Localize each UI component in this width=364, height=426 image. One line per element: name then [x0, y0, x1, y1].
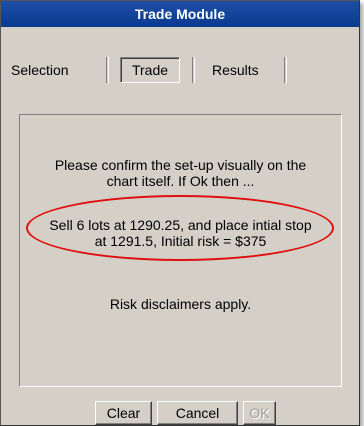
window-title: Trade Module — [1, 1, 359, 27]
trade-panel: Please confirm the set-up visually on th… — [19, 114, 342, 387]
risk-disclaimer: Risk disclaimers apply. — [109, 296, 252, 312]
tab-separator — [284, 57, 287, 83]
ok-button[interactable]: OK — [243, 401, 276, 425]
clear-button[interactable]: Clear — [95, 401, 152, 425]
confirm-line-2: chart itself. If Ok then ... — [106, 173, 255, 189]
tab-trade[interactable]: Trade — [120, 57, 180, 83]
confirm-message: Please confirm the set-up visually on th… — [20, 157, 341, 189]
trade-module-window: Trade Module Selection Trade Results Ple… — [0, 0, 360, 426]
tab-selection[interactable]: Selection — [11, 59, 69, 81]
trade-instruction: Sell 6 lots at 1290.25, and place intial… — [20, 217, 341, 249]
button-bar: Clear Cancel OK — [1, 401, 359, 425]
tab-separator — [106, 57, 109, 83]
trade-line-1: Sell 6 lots at 1290.25, and place intial… — [49, 217, 312, 233]
confirm-line-1: Please confirm the set-up visually on th… — [54, 157, 307, 173]
tab-strip: Selection Trade Results — [7, 41, 353, 87]
tab-separator — [192, 57, 195, 83]
tab-results[interactable]: Results — [212, 59, 259, 81]
cancel-button[interactable]: Cancel — [157, 401, 238, 425]
trade-line-2: at 1291.5, Initial risk = $375 — [94, 233, 267, 249]
